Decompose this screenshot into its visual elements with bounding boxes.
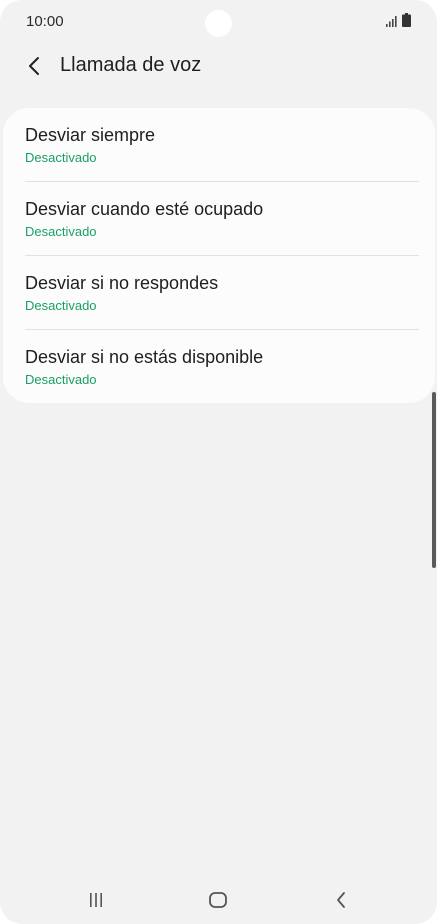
chevron-left-icon (29, 57, 39, 75)
home-button[interactable] (198, 886, 238, 914)
option-status: Desactivado (25, 150, 97, 165)
battery-icon (402, 13, 411, 27)
page-title: Llamada de voz (60, 54, 202, 76)
app-header: Llamada de voz (0, 44, 437, 88)
option-forward-when-unreachable[interactable]: Desviar si no estás disponible Desactiva… (3, 330, 435, 404)
option-title: Desviar siempre (25, 125, 156, 145)
recent-apps-button[interactable] (76, 886, 116, 914)
scrollbar[interactable] (432, 392, 436, 568)
back-icon (337, 892, 345, 908)
forwarding-options-list: Desviar siempre Desactivado Desviar cuan… (3, 108, 435, 403)
option-title: Desviar cuando esté ocupado (25, 199, 264, 219)
status-time: 10:00 (26, 13, 64, 30)
option-status: Desactivado (25, 224, 97, 239)
back-button[interactable] (18, 50, 50, 82)
option-status: Desactivado (25, 372, 97, 387)
option-forward-when-busy[interactable]: Desviar cuando esté ocupado Desactivado (3, 182, 435, 256)
option-title: Desviar si no respondes (25, 273, 219, 293)
option-forward-when-unanswered[interactable]: Desviar si no respondes Desactivado (3, 256, 435, 330)
nav-back-button[interactable] (321, 886, 361, 914)
status-bar: 10:00 (0, 0, 437, 44)
camera-cutout (205, 10, 232, 37)
signal-icon (386, 16, 397, 27)
recent-apps-icon (90, 893, 102, 907)
home-icon (209, 892, 227, 908)
option-status: Desactivado (25, 298, 97, 313)
navigation-bar (0, 876, 437, 924)
option-always-forward[interactable]: Desviar siempre Desactivado (3, 108, 435, 182)
phone-screen: 10:00 Llamada de voz Desviar siempre Des… (0, 0, 437, 924)
option-title: Desviar si no estás disponible (25, 347, 264, 367)
